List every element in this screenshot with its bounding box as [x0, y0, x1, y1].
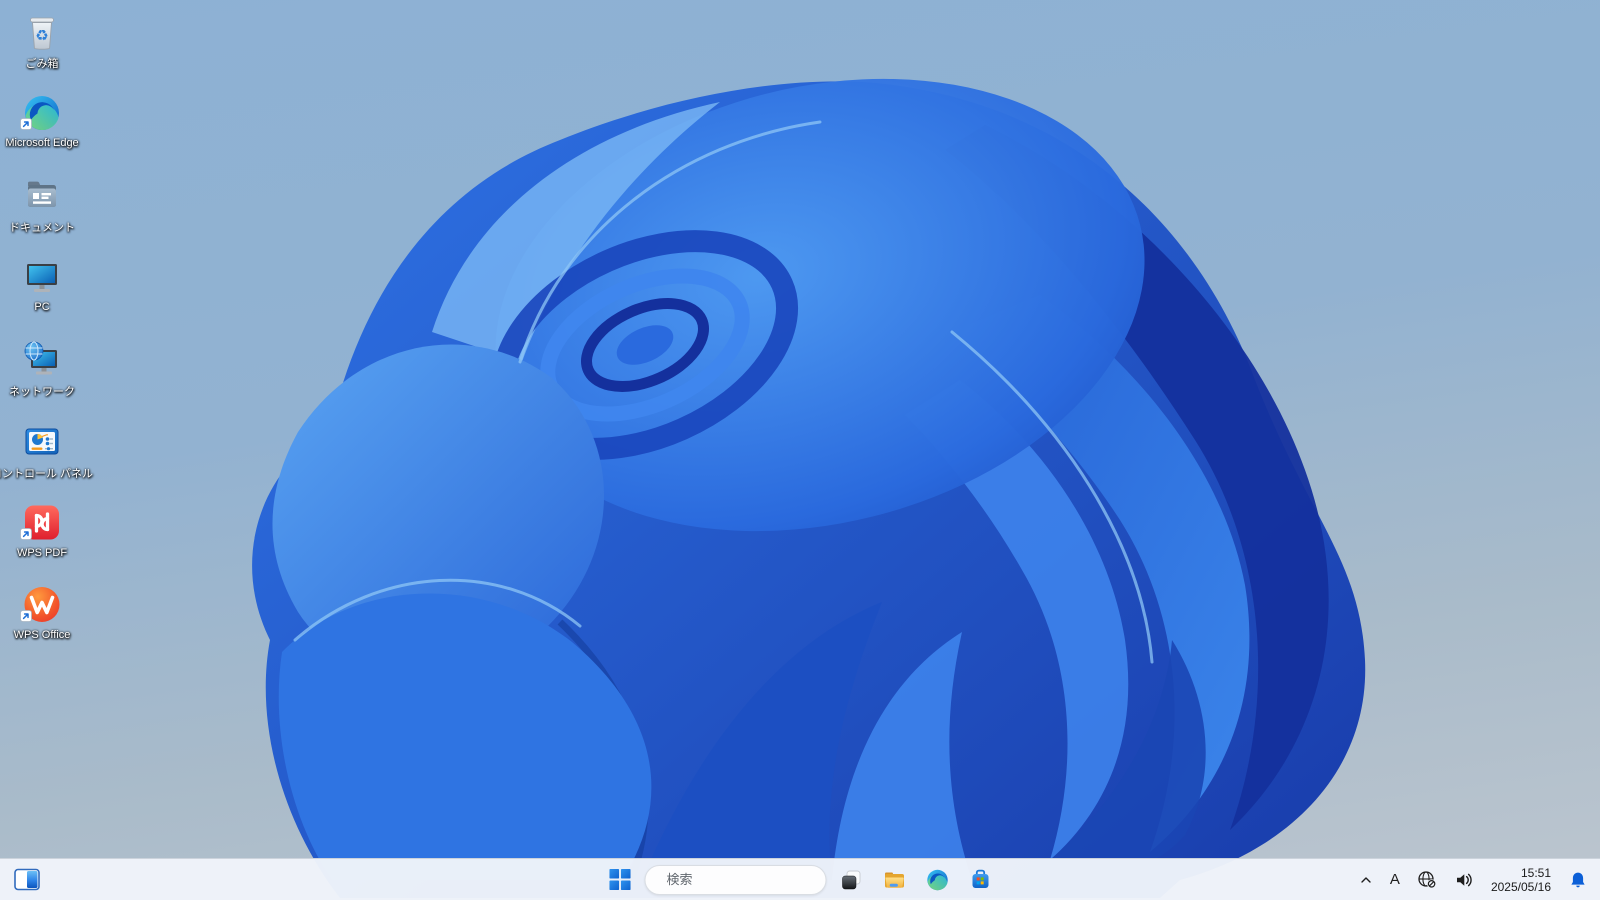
chevron-up-icon	[1361, 876, 1371, 883]
clock-time: 15:51	[1520, 865, 1551, 880]
file-explorer-button[interactable]	[877, 862, 913, 898]
desktop: ♻ ごみ箱 Microsoft Edge ドキュメント PC ネットワーク コン…	[0, 0, 1600, 900]
hidden-icons-button[interactable]	[1357, 864, 1375, 896]
shortcut-arrow-icon	[20, 117, 32, 135]
taskbar-search[interactable]	[644, 864, 845, 895]
desktop-icon-label: WPS PDF	[16, 547, 68, 559]
desktop-icon-column: ♻ ごみ箱 Microsoft Edge ドキュメント PC ネットワーク コン…	[0, 2, 93, 658]
edge-icon	[927, 869, 948, 890]
clock[interactable]: 15:51 2025/05/16	[1489, 864, 1553, 896]
notification-center-button[interactable]	[1566, 864, 1590, 896]
microsoft-store-icon	[972, 869, 989, 888]
file-explorer-icon	[885, 872, 904, 888]
desktop-icon-pc[interactable]: PC	[0, 248, 84, 330]
recycle-bin-icon: ♻	[30, 17, 54, 50]
microsoft-store-button[interactable]	[963, 862, 999, 898]
documents-folder-icon	[28, 181, 56, 207]
desktop-icon-documents[interactable]: ドキュメント	[0, 166, 84, 248]
desktop-icon-label: Microsoft Edge	[5, 137, 79, 149]
start-button[interactable]	[602, 862, 638, 898]
desktop-icon-label: コントロール パネル	[0, 468, 94, 480]
volume-button[interactable]	[1452, 864, 1476, 896]
search-input[interactable]	[664, 871, 845, 888]
windows-start-icon	[608, 868, 631, 891]
taskbar: A 15:51	[0, 858, 1600, 900]
shortcut-arrow-icon	[20, 609, 32, 627]
task-view-button[interactable]	[834, 862, 870, 898]
wallpaper-bloom-image	[252, 78, 1366, 898]
desktop-icon-wps-office[interactable]: WPS Office	[0, 576, 84, 658]
desktop-icon-label: ごみ箱	[25, 58, 59, 70]
bell-icon	[1571, 872, 1585, 887]
desktop-icon-label: WPS Office	[13, 629, 71, 641]
clock-date: 2025/05/16	[1490, 879, 1551, 894]
desktop-icon-wps-pdf[interactable]: WPS PDF	[0, 494, 84, 576]
desktop-icon-label: PC	[34, 301, 50, 313]
ime-mode-label: A	[1389, 871, 1400, 888]
network-status-button[interactable]	[1415, 864, 1439, 896]
speaker-icon	[1456, 873, 1472, 886]
network-icon	[24, 341, 57, 375]
desktop-icon-microsoft-edge[interactable]: Microsoft Edge	[0, 84, 84, 166]
widgets-icon	[14, 868, 40, 891]
svg-text:♻: ♻	[35, 27, 48, 45]
control-panel-icon	[25, 428, 59, 455]
shortcut-arrow-icon	[20, 527, 32, 545]
task-view-icon	[842, 870, 861, 889]
globe-no-internet-icon	[1418, 871, 1437, 889]
desktop-icon-label: ドキュメント	[9, 222, 75, 234]
ime-mode-button[interactable]: A	[1388, 864, 1402, 896]
desktop-icon-control-panel[interactable]: コントロール パネル	[0, 412, 93, 494]
desktop-icon-network[interactable]: ネットワーク	[0, 330, 84, 412]
desktop-icon-label: ネットワーク	[9, 386, 75, 398]
edge-taskbar-button[interactable]	[920, 862, 956, 898]
widgets-button[interactable]	[9, 862, 45, 898]
desktop-icon-recycle-bin[interactable]: ♻ ごみ箱	[0, 2, 84, 84]
pc-monitor-icon	[27, 264, 57, 292]
